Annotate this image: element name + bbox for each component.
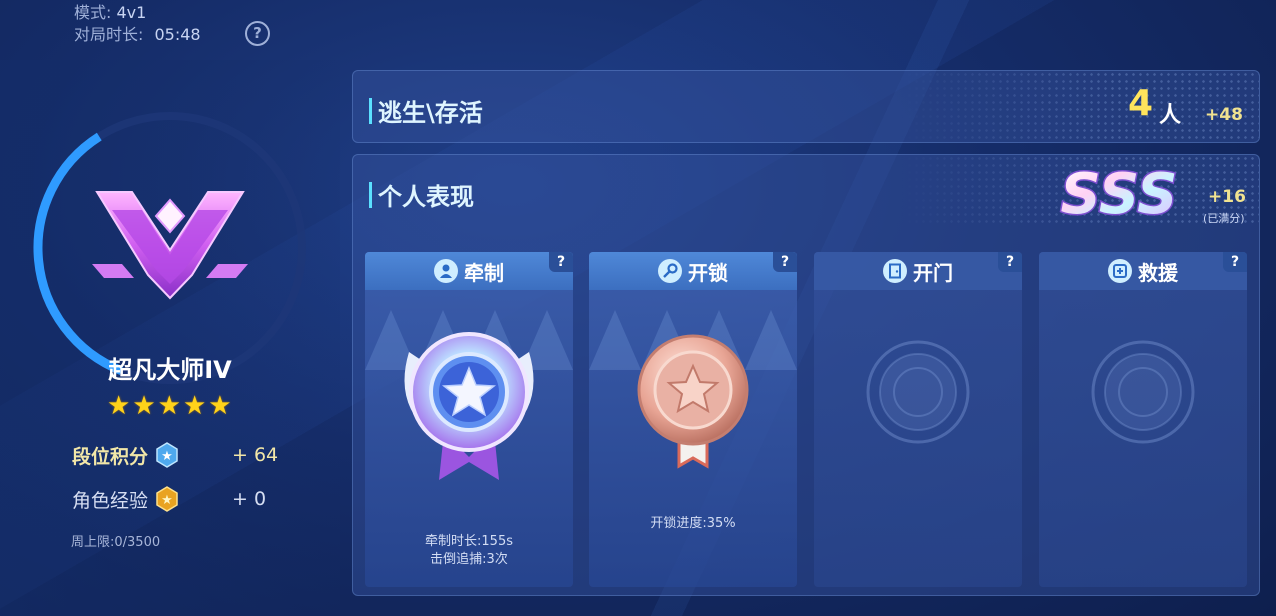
help-icon[interactable]: ?	[1223, 252, 1247, 272]
person-icon	[434, 259, 458, 283]
star-icon: ★	[132, 391, 156, 421]
key-icon	[658, 259, 682, 283]
duration-row: 对局时长: 05:48	[74, 24, 201, 46]
character-exp-label: 角色经验	[72, 489, 149, 512]
performance-bonus: +16	[1208, 187, 1246, 207]
duration-value: 05:48	[154, 25, 201, 44]
card-open-door-header: 开门	[814, 252, 1022, 290]
title-accent-bar	[369, 97, 372, 124]
help-icon[interactable]: ?	[549, 252, 573, 272]
escape-unit: 人	[1159, 103, 1182, 128]
rank-stars: ★ ★ ★ ★ ★	[107, 393, 232, 419]
rescue-icon	[1108, 259, 1132, 283]
help-icon[interactable]: ?	[773, 252, 797, 272]
star-icon: ★	[157, 391, 181, 421]
sss-grade-badge: SSS	[1059, 161, 1179, 229]
empty-medal-slot	[1039, 337, 1247, 447]
mode-value: 4v1	[116, 3, 147, 22]
escape-bonus: +48	[1205, 105, 1243, 125]
performance-note: (已满分)	[1203, 212, 1245, 225]
match-info: 模式: 4v1 对局时长: 05:48	[74, 2, 201, 46]
diamond-star-medal	[365, 312, 573, 482]
character-exp-value: + 0	[232, 488, 267, 510]
card-unlock[interactable]: 开锁 ? 开锁进度:35%	[589, 252, 797, 587]
rank-points-row: 段位积分 ★ + 64	[72, 440, 278, 470]
star-icon: ★	[182, 391, 207, 421]
help-icon[interactable]: ?	[998, 252, 1022, 272]
mode-label: 模式:	[74, 3, 112, 22]
star-icon: ★	[208, 391, 232, 421]
card-rescue-title: 救援	[1138, 260, 1178, 285]
svg-text:★: ★	[161, 493, 173, 508]
rank-name: 超凡大师IV	[108, 356, 232, 384]
mode-row: 模式: 4v1	[74, 2, 201, 24]
escape-count: 4	[1128, 83, 1154, 124]
svg-text:★: ★	[161, 449, 173, 464]
empty-medal-slot	[814, 337, 1022, 447]
rank-points-star-icon: ★	[156, 442, 178, 468]
sss-grade-text: SSS	[1060, 162, 1177, 227]
card-open-door[interactable]: 开门 ?	[814, 252, 1022, 587]
card-unlock-header: 开锁	[589, 252, 797, 290]
door-icon	[883, 259, 907, 283]
performance-panel: 个人表现 SSS +16 (已满分) 牵制 ? 牵制时长:155s 击倒追捕:3…	[352, 154, 1260, 596]
escape-title-text: 逃生\存活	[378, 99, 483, 127]
title-accent-bar	[369, 181, 372, 208]
exp-star-icon: ★	[156, 486, 178, 512]
rank-points-value: + 64	[232, 444, 279, 466]
grandmaster-rank-emblem	[92, 191, 248, 300]
card-unlock-title: 开锁	[688, 260, 728, 285]
rank-points-label: 段位积分	[72, 445, 149, 468]
unlock-progress: 开锁进度:35%	[650, 516, 736, 531]
star-icon: ★	[107, 391, 131, 421]
card-open-door-title: 开门	[913, 260, 953, 285]
question-circle-icon[interactable]: ?	[245, 21, 270, 46]
duration-label: 对局时长:	[74, 25, 144, 44]
card-rescue[interactable]: 救援 ?	[1039, 252, 1247, 587]
card-kite-header: 牵制	[365, 252, 573, 290]
escape-panel: 逃生\存活 4 人 +48	[352, 70, 1260, 143]
kite-duration: 牵制时长:155s	[425, 534, 513, 549]
card-kite-title: 牵制	[464, 260, 504, 285]
character-exp-row: 角色经验 ★ + 0	[72, 484, 266, 514]
card-rescue-header: 救援	[1039, 252, 1247, 290]
bronze-star-medal	[589, 332, 797, 472]
kite-knockdowns: 击倒追捕:3次	[430, 552, 508, 567]
performance-title-text: 个人表现	[378, 183, 474, 211]
card-kite[interactable]: 牵制 ? 牵制时长:155s 击倒追捕:3次	[365, 252, 573, 587]
escape-title: 逃生\存活	[369, 93, 483, 128]
weekly-cap: 周上限:0/3500	[71, 535, 161, 550]
performance-title: 个人表现	[369, 177, 474, 212]
